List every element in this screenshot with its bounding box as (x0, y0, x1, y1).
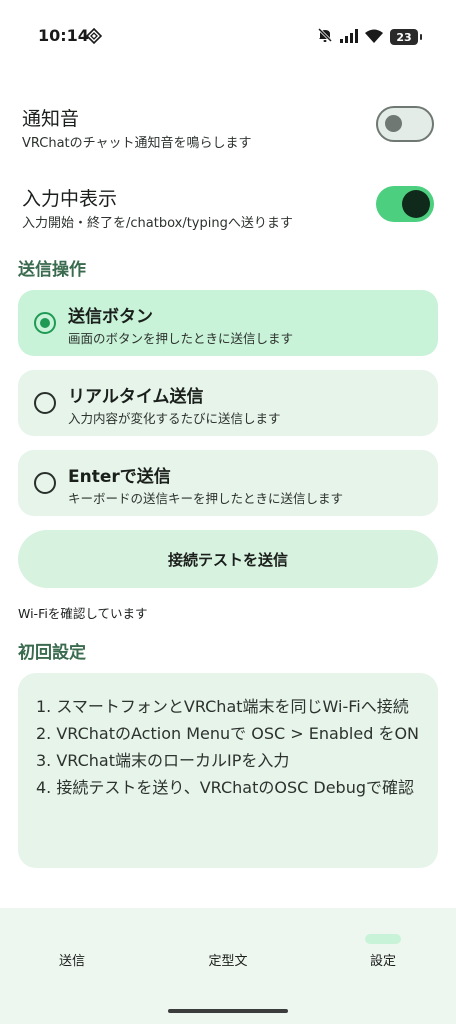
setup-step: 2. VRChatのAction Menuで OSC > Enabled をON (36, 724, 420, 743)
bottom-nav: 送信 定型文 設定 (0, 908, 456, 1024)
nav-label: 送信 (58, 954, 85, 969)
radio-selected[interactable] (34, 312, 56, 334)
setting-typing-indicator: 入力中表示 入力開始・終了を/chatbox/typingへ送ります (22, 184, 436, 244)
send-test-button[interactable]: 接続テストを送信 (18, 530, 438, 588)
setup-instructions-card: 1. スマートフォンとVRChat端末を同じWi-Fiへ接続 2. VRChat… (18, 673, 438, 868)
mute-icon (317, 27, 333, 47)
toggle-knob (385, 115, 402, 132)
wifi-status-text: Wi-Fiを確認しています (18, 606, 148, 621)
nav-item-send[interactable]: 送信 (32, 948, 112, 988)
nav-label: 設定 (369, 954, 396, 969)
toggle-knob (402, 190, 430, 218)
section-header-setup: 初回設定 (18, 643, 86, 663)
nav-active-indicator (365, 934, 401, 944)
send-option-enter[interactable]: Enterで送信 キーボードの送信キーを押したときに送信します (18, 450, 438, 516)
radio-unselected[interactable] (34, 392, 56, 414)
option-description: 画面のボタンを押したときに送信します (68, 331, 294, 346)
setup-step: 3. VRChat端末のローカルIPを入力 (36, 751, 290, 770)
nav-label: 定型文 (208, 954, 248, 969)
setting-description: 入力開始・終了を/chatbox/typingへ送ります (22, 216, 293, 231)
option-title: 送信ボタン (68, 307, 153, 327)
nav-item-templates[interactable]: 定型文 (188, 948, 268, 988)
nav-item-settings[interactable]: 設定 (343, 934, 423, 988)
typing-indicator-toggle[interactable] (376, 186, 434, 222)
battery-icon: 23 (390, 29, 422, 45)
option-title: Enterで送信 (68, 467, 171, 487)
setting-description: VRChatのチャット通知音を鳴らします (22, 136, 252, 151)
signal-icon (340, 28, 358, 47)
home-indicator[interactable] (168, 1009, 288, 1013)
section-header-send: 送信操作 (18, 260, 86, 280)
send-option-realtime[interactable]: リアルタイム送信 入力内容が変化するたびに送信します (18, 370, 438, 436)
send-option-button[interactable]: 送信ボタン 画面のボタンを押したときに送信します (18, 290, 438, 356)
setup-step: 4. 接続テストを送り、VRChatのOSC Debugで確認 (36, 778, 414, 797)
radio-unselected[interactable] (34, 472, 56, 494)
setting-title: 通知音 (22, 108, 80, 130)
notification-sound-toggle[interactable] (376, 106, 434, 142)
option-title: リアルタイム送信 (68, 387, 204, 407)
option-description: キーボードの送信キーを押したときに送信します (68, 491, 344, 506)
setting-title: 入力中表示 (22, 188, 118, 210)
status-time: 10:14 (38, 26, 89, 45)
option-description: 入力内容が変化するたびに送信します (68, 411, 281, 426)
app-notification-icon (85, 27, 103, 48)
setup-step: 1. スマートフォンとVRChat端末を同じWi-Fiへ接続 (36, 697, 409, 716)
setting-notification-sound: 通知音 VRChatのチャット通知音を鳴らします (22, 104, 436, 164)
status-bar: 10:14 23 (0, 0, 456, 72)
wifi-icon (365, 28, 383, 47)
